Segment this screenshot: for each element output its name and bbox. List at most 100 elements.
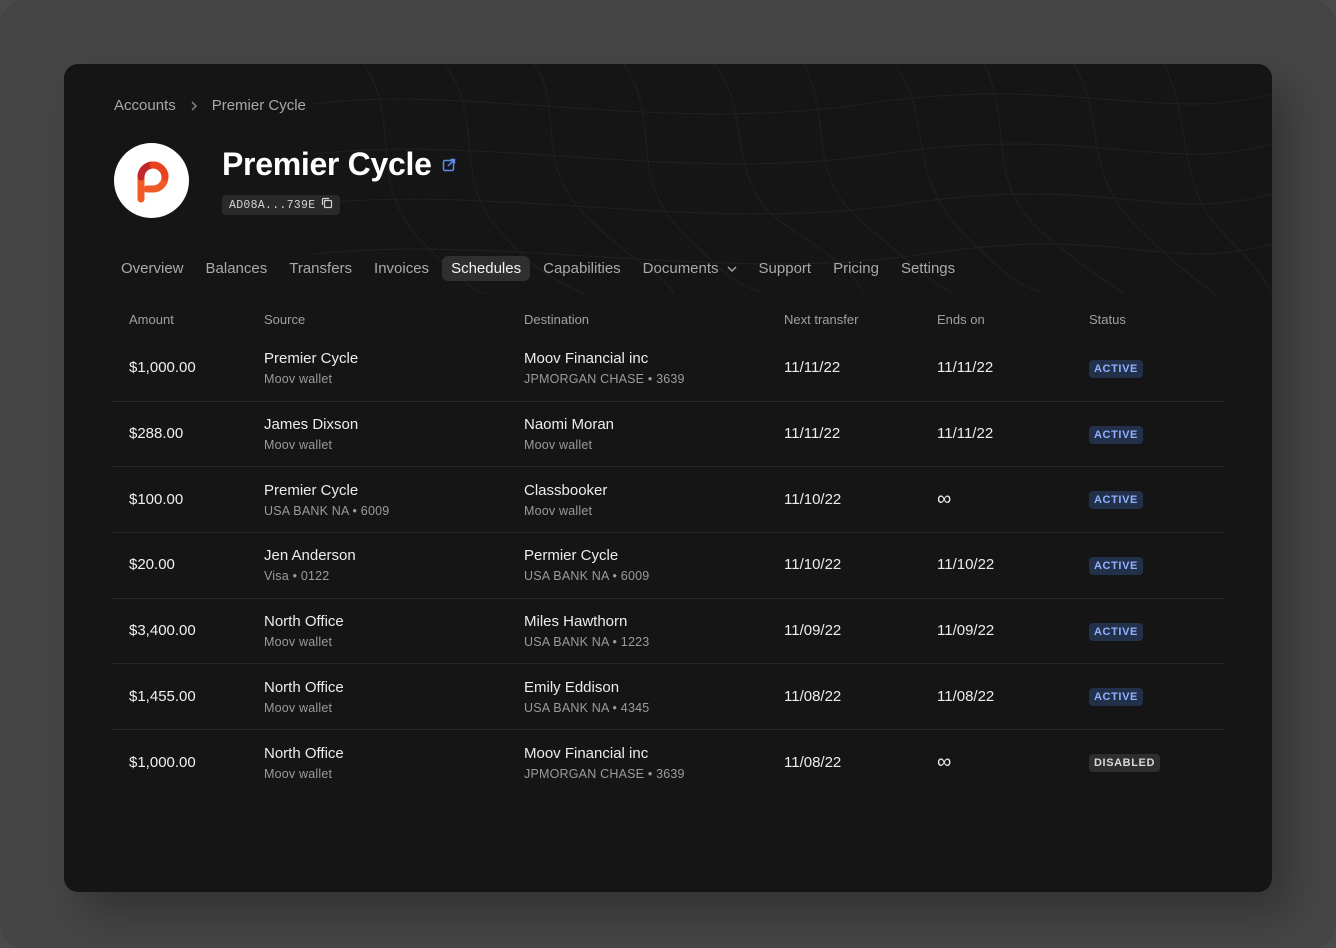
next-transfer-date: 11/11/22	[784, 359, 841, 377]
status-badge: ACTIVE	[1089, 688, 1143, 707]
ends-on-date: 11/11/22	[937, 359, 994, 377]
destination-name: Classbooker	[524, 481, 608, 499]
tab-support[interactable]: Support	[750, 256, 821, 281]
account-id: AD08A...739E	[229, 198, 316, 212]
table-header: Amount Source Destination Next transfer …	[112, 302, 1224, 336]
destination-detail: JPMORGAN CHASE • 3639	[524, 372, 685, 387]
tab-documents[interactable]: Documents	[634, 256, 746, 281]
tab-pricing[interactable]: Pricing	[824, 256, 888, 281]
destination-detail: USA BANK NA • 4345	[524, 700, 650, 715]
tab-transfers[interactable]: Transfers	[280, 256, 361, 281]
amount-value: $1,455.00	[129, 687, 196, 705]
header-next-transfer[interactable]: Next transfer	[784, 312, 937, 327]
breadcrumb-accounts-link[interactable]: Accounts	[114, 97, 176, 114]
tab-label: Transfers	[289, 260, 353, 277]
table-row[interactable]: $288.00 James Dixson Moov wallet Naomi Mo…	[112, 402, 1224, 468]
tab-capabilities[interactable]: Capabilities	[534, 256, 630, 281]
source-detail: Moov wallet	[264, 372, 333, 387]
infinity-icon: ∞	[937, 488, 952, 511]
table-row[interactable]: $100.00 Premier Cycle USA BANK NA • 6009 …	[112, 467, 1224, 534]
next-transfer-date: 11/11/22	[784, 425, 841, 443]
external-link-icon[interactable]	[442, 158, 456, 172]
status-badge: ACTIVE	[1089, 622, 1143, 641]
source-name: North Office	[264, 678, 344, 696]
source-name: Jen Anderson	[264, 547, 356, 565]
amount-value: $1,000.00	[129, 359, 196, 377]
status-badge: ACTIVE	[1089, 491, 1143, 510]
tab-overview[interactable]: Overview	[112, 256, 193, 281]
tab-label: Schedules	[451, 260, 522, 277]
amount-value: $3,400.00	[129, 622, 196, 640]
ends-on-date: 11/08/22	[937, 687, 995, 705]
header-source[interactable]: Source	[264, 312, 524, 327]
next-transfer-date: 11/10/22	[784, 490, 842, 508]
header-ends-on[interactable]: Ends on	[937, 312, 1089, 327]
next-transfer-date: 11/10/22	[784, 556, 842, 574]
destination-name: Naomi Moran	[524, 416, 615, 434]
source-name: North Office	[264, 613, 344, 631]
tab-settings[interactable]: Settings	[892, 256, 964, 281]
source-detail: Moov wallet	[264, 635, 333, 650]
header-destination[interactable]: Destination	[524, 312, 784, 327]
breadcrumb: Accounts Premier Cycle	[114, 97, 306, 114]
page-title: Premier Cycle	[222, 146, 432, 182]
tab-balances[interactable]: Balances	[197, 256, 277, 281]
tab-label: Capabilities	[543, 260, 621, 277]
destination-name: Permier Cycle	[524, 547, 619, 565]
tab-invoices[interactable]: Invoices	[365, 256, 438, 281]
table-row[interactable]: $3,400.00 North Office Moov wallet Miles …	[112, 599, 1224, 665]
destination-name: Emily Eddison	[524, 678, 620, 696]
destination-detail: USA BANK NA • 1223	[524, 635, 650, 650]
premier-cycle-logo	[137, 161, 168, 202]
header-amount[interactable]: Amount	[112, 312, 264, 327]
tab-label: Overview	[121, 260, 184, 277]
destination-detail: Moov wallet	[524, 503, 593, 518]
infinity-icon: ∞	[937, 751, 952, 774]
account-avatar	[114, 143, 189, 218]
source-name: James Dixson	[264, 416, 359, 434]
table-row[interactable]: $1,000.00 North Office Moov wallet Moov F…	[112, 730, 1224, 796]
account-card: Accounts Premier Cycle Premier Cycle AD0…	[64, 64, 1272, 892]
amount-value: $288.00	[129, 425, 184, 443]
tab-label: Invoices	[374, 260, 430, 277]
source-detail: Moov wallet	[264, 766, 333, 781]
tab-schedules[interactable]: Schedules	[442, 256, 531, 281]
breadcrumb-current: Premier Cycle	[211, 97, 306, 114]
account-id-chip[interactable]: AD08A...739E	[222, 195, 341, 215]
source-detail: Moov wallet	[264, 700, 333, 715]
table-row[interactable]: $1,455.00 North Office Moov wallet Emily …	[112, 664, 1224, 731]
destination-detail: JPMORGAN CHASE • 3639	[524, 766, 685, 781]
status-badge: ACTIVE	[1089, 425, 1143, 444]
amount-value: $100.00	[129, 490, 184, 508]
chevron-right-icon	[190, 98, 198, 114]
next-transfer-date: 11/08/22	[784, 687, 842, 705]
status-badge: ACTIVE	[1089, 359, 1143, 378]
tab-label: Documents	[642, 260, 719, 277]
tab-label: Support	[758, 260, 812, 277]
next-transfer-date: 11/09/22	[784, 622, 842, 640]
source-detail: USA BANK NA • 6009	[264, 503, 390, 518]
ends-on-date: 11/11/22	[937, 425, 994, 443]
source-name: North Office	[264, 744, 344, 762]
source-name: Premier Cycle	[264, 481, 359, 499]
ends-on-date: 11/10/22	[937, 556, 995, 574]
schedules-table: Amount Source Destination Next transfer …	[112, 302, 1224, 796]
header-status[interactable]: Status	[1089, 312, 1224, 327]
ends-on-date: 11/09/22	[937, 622, 995, 640]
destination-name: Moov Financial inc	[524, 744, 649, 762]
source-name: Premier Cycle	[264, 350, 359, 368]
next-transfer-date: 11/08/22	[784, 753, 842, 771]
status-badge: DISABLED	[1089, 754, 1161, 773]
destination-name: Moov Financial inc	[524, 350, 649, 368]
destination-name: Miles Hawthorn	[524, 613, 628, 631]
amount-value: $1,000.00	[129, 753, 196, 771]
copy-icon[interactable]	[321, 197, 333, 213]
status-badge: ACTIVE	[1089, 556, 1143, 575]
table-row[interactable]: $20.00 Jen Anderson Visa • 0122 Permier C…	[112, 533, 1224, 599]
table-row[interactable]: $1,000.00 Premier Cycle Moov wallet Moov …	[112, 336, 1224, 402]
tab-label: Balances	[205, 260, 268, 277]
destination-detail: Moov wallet	[524, 438, 593, 453]
destination-detail: USA BANK NA • 6009	[524, 569, 650, 584]
account-tabs: Overview Balances Transfers Invoices Sch…	[112, 256, 964, 281]
source-detail: Visa • 0122	[264, 569, 330, 584]
